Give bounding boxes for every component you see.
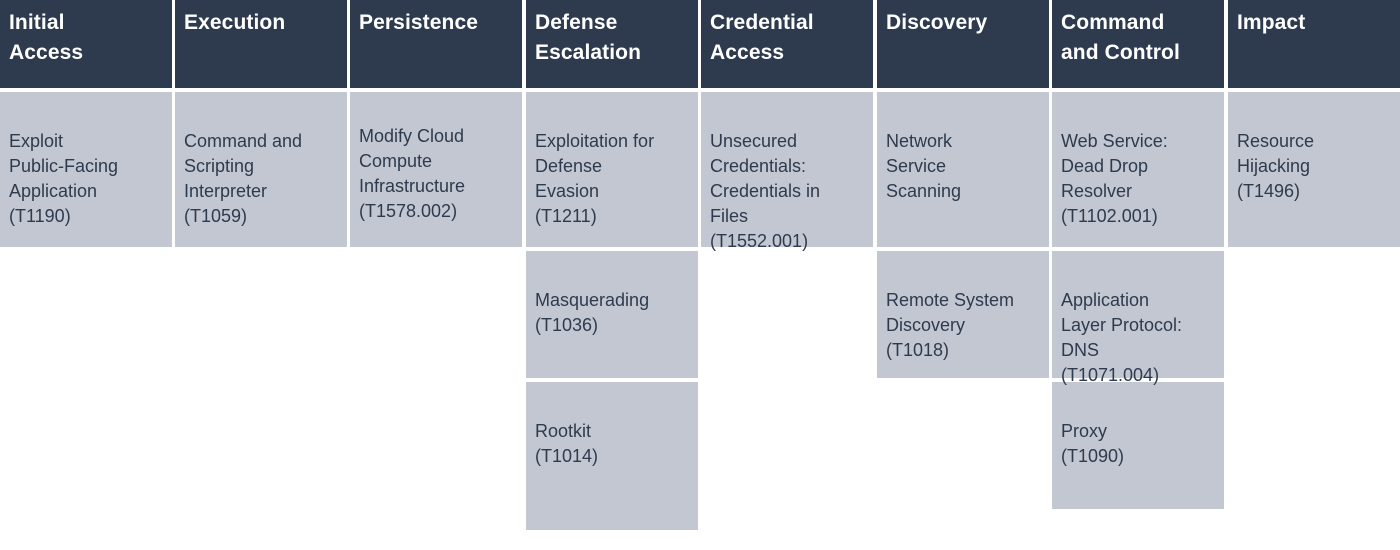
- technique-id: (T1036): [535, 315, 599, 335]
- technique-cell[interactable]: Web Service: Dead Drop Resolver (T1102.0…: [1052, 92, 1224, 247]
- technique-name: Exploit Public-Facing Application: [9, 131, 119, 201]
- technique-cell[interactable]: Exploit Public-Facing Application (T1190…: [0, 92, 172, 247]
- tactic-header: Defense Escalation: [526, 0, 698, 88]
- technique-id: (T1018): [886, 340, 950, 360]
- technique-id: (T1211): [535, 206, 597, 226]
- tactic-header: Credential Access: [701, 0, 873, 88]
- technique-id: (T1552.001): [710, 231, 809, 251]
- tactic-column-persistence: Persistence Modify Cloud Compute Infrast…: [350, 0, 522, 247]
- technique-name: Remote System Discovery: [886, 290, 1015, 335]
- technique-cell[interactable]: Proxy (T1090): [1052, 382, 1224, 509]
- technique-name: Resource Hijacking: [1237, 131, 1315, 176]
- technique-id: (T1102.001): [1061, 206, 1158, 226]
- technique-id: (T1014): [535, 446, 599, 466]
- technique-cell[interactable]: Rootkit (T1014): [526, 382, 698, 530]
- technique-name: Command and Scripting Interpreter: [184, 131, 303, 201]
- technique-name: Network Service Scanning: [886, 131, 962, 201]
- technique-name: Web Service: Dead Drop Resolver: [1061, 131, 1168, 201]
- technique-id: (T1578.002): [359, 201, 458, 221]
- tactic-header: Execution: [175, 0, 347, 88]
- technique-name: Rootkit: [535, 421, 592, 441]
- tactic-header: Impact: [1228, 0, 1400, 88]
- tactic-column-discovery: Discovery Network Service Scanning Remot…: [877, 0, 1049, 378]
- technique-id: (T1059): [184, 206, 248, 226]
- technique-id: (T1090): [1061, 446, 1125, 466]
- technique-cell[interactable]: Application Layer Protocol: DNS (T1071.0…: [1052, 251, 1224, 385]
- tactic-column-execution: Execution Command and Scripting Interpre…: [175, 0, 347, 247]
- tactic-header: Persistence: [350, 0, 522, 88]
- tactic-column-credential-access: Credential Access Unsecured Credentials:…: [701, 0, 873, 251]
- technique-name: Exploitation for Defense Evasion: [535, 131, 655, 201]
- technique-cell[interactable]: Modify Cloud Compute Infrastructure (T15…: [350, 92, 522, 247]
- technique-name: Proxy: [1061, 421, 1108, 441]
- tactic-column-impact: Impact Resource Hijacking (T1496): [1228, 0, 1400, 247]
- tactic-column-initial-access: Initial Access Exploit Public-Facing App…: [0, 0, 172, 247]
- tactic-header: Initial Access: [0, 0, 172, 88]
- technique-cell[interactable]: Masquerading (T1036): [526, 251, 698, 378]
- attack-matrix: Initial Access Exploit Public-Facing App…: [0, 0, 1400, 550]
- technique-cell[interactable]: Remote System Discovery (T1018): [877, 251, 1049, 378]
- technique-cell[interactable]: Unsecured Credentials: Credentials in Fi…: [701, 92, 873, 251]
- technique-cell[interactable]: Exploitation for Defense Evasion (T1211): [526, 92, 698, 247]
- technique-cell[interactable]: Command and Scripting Interpreter (T1059…: [175, 92, 347, 247]
- technique-id: (T1496): [1237, 181, 1301, 201]
- tactic-header: Command and Control: [1052, 0, 1224, 88]
- technique-name: Unsecured Credentials: Credentials in Fi…: [710, 131, 821, 226]
- technique-name: Modify Cloud Compute Infrastructure: [359, 126, 466, 196]
- technique-name: Masquerading: [535, 290, 650, 310]
- technique-cell[interactable]: Resource Hijacking (T1496): [1228, 92, 1400, 247]
- tactic-column-command-and-control: Command and Control Web Service: Dead Dr…: [1052, 0, 1224, 509]
- tactic-column-defense-escalation: Defense Escalation Exploitation for Defe…: [526, 0, 698, 530]
- technique-id: (T1190): [9, 206, 71, 226]
- tactic-header: Discovery: [877, 0, 1049, 88]
- technique-cell[interactable]: Network Service Scanning: [877, 92, 1049, 247]
- technique-name: Application Layer Protocol: DNS: [1061, 290, 1183, 360]
